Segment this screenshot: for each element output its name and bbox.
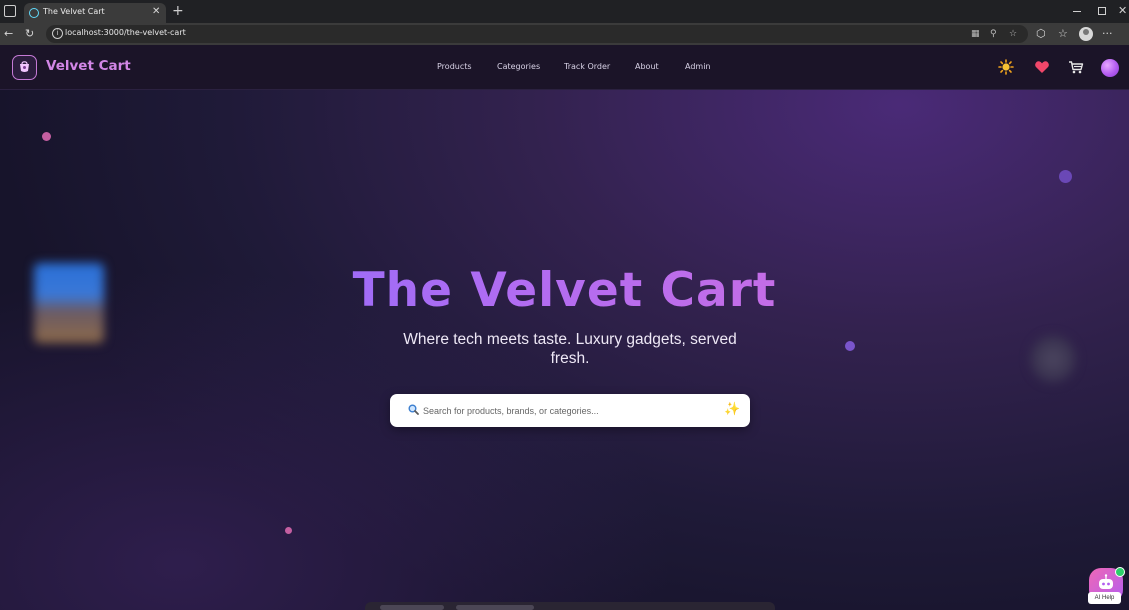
decor-dot xyxy=(285,527,292,534)
back-icon[interactable]: ← xyxy=(4,26,13,42)
search-bar[interactable]: ✨ xyxy=(390,394,750,427)
search-icon xyxy=(408,404,419,415)
site-navbar: Velvet Cart Products Categories Track Or… xyxy=(0,45,1129,90)
react-favicon-icon xyxy=(29,8,39,18)
nav-link-track-order[interactable]: Track Order xyxy=(564,62,610,71)
more-icon[interactable]: ··· xyxy=(1102,26,1113,42)
cart-icon[interactable] xyxy=(1068,59,1084,75)
close-window-icon[interactable]: ✕ xyxy=(1118,4,1127,17)
favorite-star-icon[interactable]: ☆ xyxy=(1009,27,1017,41)
reload-icon[interactable]: ↻ xyxy=(25,26,34,42)
zoom-icon[interactable]: ⚲ xyxy=(990,27,997,41)
wishlist-heart-icon[interactable] xyxy=(1034,59,1050,75)
decor-dot xyxy=(1059,170,1072,183)
browser-tab-strip: The Velvet Cart ✕ + ✕ xyxy=(0,0,1129,23)
robot-icon xyxy=(1099,574,1113,589)
bottom-pill xyxy=(380,605,444,610)
web-page: Velvet Cart Products Categories Track Or… xyxy=(0,45,1129,610)
cart-logo-icon[interactable] xyxy=(12,55,37,80)
minimize-window-icon[interactable] xyxy=(1073,11,1081,12)
bottom-pill xyxy=(456,605,534,610)
hero-subtitle: Where tech meets taste. Luxury gadgets, … xyxy=(403,331,737,367)
blurred-product-image xyxy=(1030,335,1076,383)
decor-dot xyxy=(42,132,51,141)
reading-mode-icon[interactable]: ▦ xyxy=(971,27,980,41)
maximize-window-icon[interactable] xyxy=(1098,7,1106,15)
tab-title: The Velvet Cart xyxy=(43,7,105,16)
browser-tab[interactable]: The Velvet Cart ✕ xyxy=(24,3,166,23)
hero-title: The Velvet Cart xyxy=(0,263,1129,318)
sidebar-toggle-icon[interactable] xyxy=(4,5,16,17)
decor-dot xyxy=(845,341,855,351)
brand-name[interactable]: Velvet Cart xyxy=(46,58,131,74)
nav-link-products[interactable]: Products xyxy=(437,62,472,71)
new-tab-button[interactable]: + xyxy=(172,3,184,19)
nav-link-about[interactable]: About xyxy=(635,62,659,71)
browser-toolbar: ← ↻ i localhost:3000/the-velvet-cart ▦ ⚲… xyxy=(0,23,1129,45)
search-input[interactable] xyxy=(423,400,713,421)
profile-icon[interactable] xyxy=(1079,27,1093,41)
online-status-indicator xyxy=(1115,567,1125,577)
nav-link-admin[interactable]: Admin xyxy=(685,62,711,71)
address-url[interactable]: localhost:3000/the-velvet-cart xyxy=(65,28,186,37)
nav-link-categories[interactable]: Categories xyxy=(497,62,540,71)
favorites-icon[interactable]: ☆ xyxy=(1058,26,1068,42)
sparkle-icon[interactable]: ✨ xyxy=(724,401,740,419)
address-bar[interactable]: i localhost:3000/the-velvet-cart ▦ ⚲ ☆ xyxy=(46,25,1028,43)
ai-help-label[interactable]: AI Help xyxy=(1088,592,1121,604)
tab-close-icon[interactable]: ✕ xyxy=(152,6,160,18)
info-icon[interactable]: i xyxy=(52,28,63,39)
theme-sun-icon[interactable] xyxy=(998,59,1014,75)
user-avatar[interactable] xyxy=(1101,59,1119,77)
extensions-icon[interactable]: ⬡ xyxy=(1036,26,1046,42)
